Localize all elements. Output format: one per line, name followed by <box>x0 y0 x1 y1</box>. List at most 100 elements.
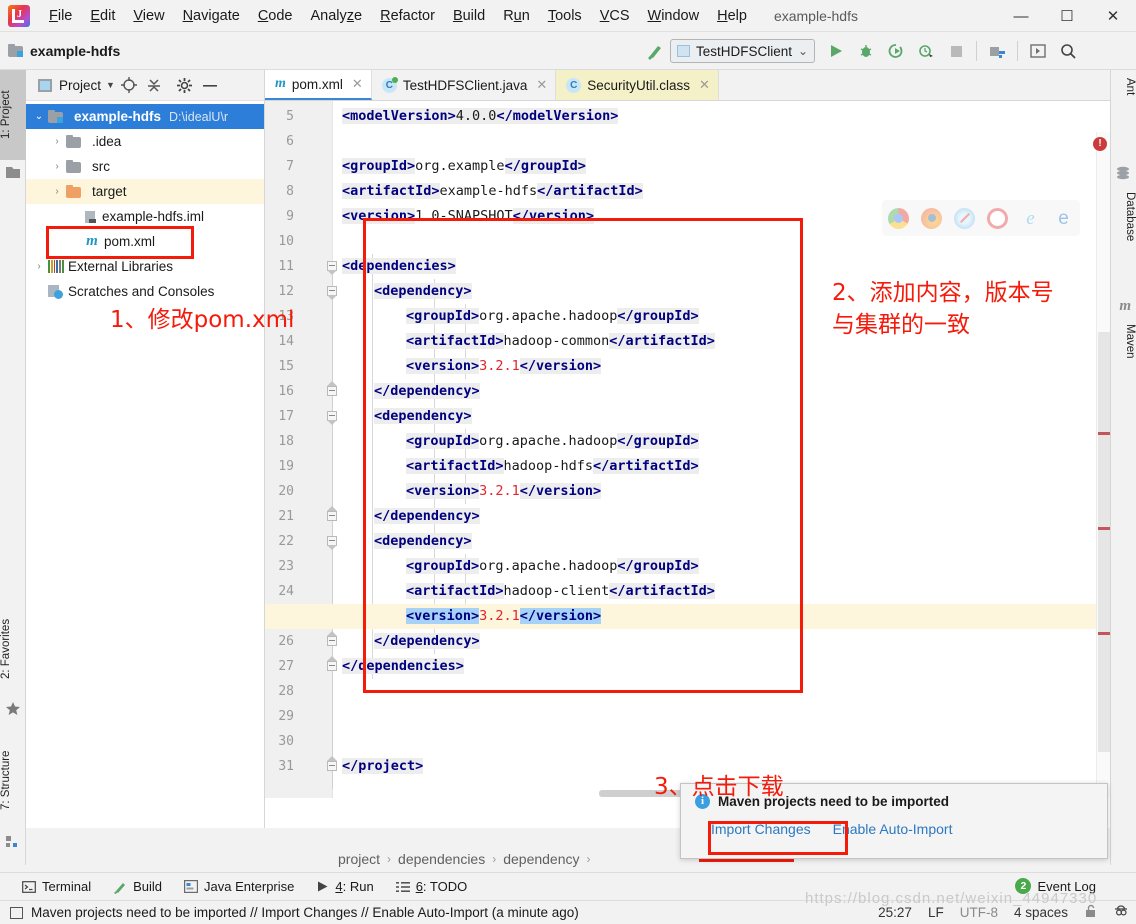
hide-panel-icon[interactable] <box>199 74 221 96</box>
java-class-icon: C <box>381 76 398 93</box>
search-icon[interactable] <box>1055 38 1081 64</box>
menu-item-tools[interactable]: Tools <box>539 5 591 27</box>
expand-arrow-icon[interactable]: › <box>48 136 66 147</box>
menu-item-run[interactable]: Run <box>494 5 539 27</box>
editor-gutter[interactable]: 5678910111213141516171819202122232425262… <box>265 101 337 798</box>
inspector-icon[interactable] <box>1114 904 1128 921</box>
code-token: </dependency> <box>374 383 480 399</box>
code-token: <groupId> <box>342 158 416 174</box>
tree-node-src[interactable]: › src <box>26 154 264 179</box>
internet-explorer-icon[interactable]: e <box>1020 208 1041 229</box>
menu-item-window[interactable]: Window <box>639 5 709 27</box>
stop-button[interactable] <box>943 38 969 64</box>
expand-arrow-icon[interactable]: › <box>48 186 66 197</box>
chrome-icon[interactable] <box>888 207 909 229</box>
tab-pom-xml[interactable]: m pom.xml ✕ <box>265 70 372 100</box>
tree-node--idea[interactable]: › .idea <box>26 129 264 154</box>
tab-securityutil-class[interactable]: C SecurityUtil.class ✕ <box>556 70 719 100</box>
code-token: <dependency> <box>374 533 472 549</box>
run-with-coverage-button[interactable] <box>883 38 909 64</box>
code-token: org.apache.hadoop <box>479 433 618 449</box>
status-message[interactable]: Maven projects need to be imported // Im… <box>31 905 579 920</box>
line-number: 15 <box>278 359 294 374</box>
error-indicator-icon[interactable]: ! <box>1093 137 1107 151</box>
tree-node-example-hdfs[interactable]: ⌄ example-hdfs D:\idealU\r <box>26 104 264 129</box>
caret-position[interactable]: 25:27 <box>878 905 912 920</box>
chevron-down-icon: ⌄ <box>798 44 809 58</box>
code-token: org.apache.hadoop <box>479 558 618 574</box>
bottom-tool-java-enterprise[interactable]: Java Enterprise <box>184 879 294 894</box>
file-encoding[interactable]: UTF-8 <box>960 905 998 920</box>
debug-button[interactable] <box>853 38 879 64</box>
code-token: </version> <box>512 208 594 224</box>
close-icon[interactable]: ✕ <box>352 76 363 92</box>
bottom-tool-6-todo[interactable]: 6: TODO <box>395 879 467 894</box>
menu-item-help[interactable]: Help <box>708 5 756 27</box>
profile-button[interactable] <box>913 38 939 64</box>
code-line: <version>3.2.1</version> <box>406 604 602 629</box>
menu-item-file[interactable]: File <box>40 5 81 27</box>
run-button[interactable] <box>823 38 849 64</box>
menu-item-code[interactable]: Code <box>249 5 302 27</box>
code-line: <version>1.0-SNAPSHOT</version> <box>342 204 594 229</box>
close-icon[interactable]: ✕ <box>699 77 710 93</box>
maximize-button[interactable]: ☐ <box>1044 0 1090 32</box>
window-controls: — ☐ ✕ <box>998 0 1136 32</box>
bottom-tool-build[interactable]: Build <box>113 879 162 894</box>
menu-item-build[interactable]: Build <box>444 5 494 27</box>
scratches-icon <box>48 284 64 299</box>
build-hammer-icon[interactable] <box>642 38 668 64</box>
menu-item-edit[interactable]: Edit <box>81 5 124 27</box>
code-token: </modelVersion> <box>496 108 619 124</box>
menu-item-refactor[interactable]: Refactor <box>371 5 444 27</box>
menu-item-analyze[interactable]: Analyze <box>302 5 372 27</box>
tree-node-target[interactable]: › target <box>26 179 264 204</box>
collapse-all-icon[interactable] <box>143 74 165 96</box>
sidebar-item-ant[interactable]: Ant <box>1110 74 1136 99</box>
expand-arrow-icon[interactable]: › <box>48 161 66 172</box>
tab-testhdfsclient-java[interactable]: C TestHDFSClient.java ✕ <box>372 70 557 100</box>
bottom-tool-terminal[interactable]: Terminal <box>22 879 91 894</box>
window-title: example-hdfs <box>773 7 858 24</box>
browser-preview-strip[interactable]: ee <box>882 200 1080 236</box>
breadcrumb-item-dependency[interactable]: dependency <box>503 851 579 867</box>
expand-arrow-icon[interactable]: ⌄ <box>30 111 48 122</box>
safari-icon[interactable] <box>954 207 975 229</box>
project-breadcrumb[interactable]: example-hdfs <box>8 43 120 59</box>
run-config-label: TestHDFSClient <box>696 43 793 59</box>
close-button[interactable]: ✕ <box>1090 0 1136 32</box>
indent-setting[interactable]: 4 spaces <box>1014 905 1068 920</box>
project-structure-icon[interactable] <box>984 38 1010 64</box>
menu-item-view[interactable]: View <box>124 5 173 27</box>
firefox-icon[interactable] <box>921 207 942 229</box>
locate-target-icon[interactable] <box>118 74 140 96</box>
iml-file-icon <box>84 210 98 224</box>
breadcrumb-item-dependencies[interactable]: dependencies <box>398 851 485 867</box>
sidebar-item-project[interactable]: 1: Project <box>0 70 26 160</box>
minimize-button[interactable]: — <box>998 0 1044 32</box>
enable-auto-import-link[interactable]: Enable Auto-Import <box>833 821 953 837</box>
line-number: 6 <box>286 134 294 149</box>
bottom-tool-4-run[interactable]: 4: Run <box>316 879 374 894</box>
chevron-down-icon[interactable]: ▼ <box>106 80 115 90</box>
run-configuration-selector[interactable]: TestHDFSClient ⌄ <box>670 39 816 63</box>
sidebar-item-favorites[interactable]: 2: Favorites <box>0 600 26 698</box>
opera-icon[interactable] <box>987 207 1008 229</box>
code-token: <dependency> <box>374 283 472 299</box>
marker-scrollbar[interactable] <box>1096 132 1110 798</box>
tree-node-label: External Libraries <box>68 259 174 274</box>
gear-icon[interactable] <box>174 74 196 96</box>
sidebar-item-database[interactable]: Database <box>1110 188 1136 245</box>
expand-arrow-icon[interactable]: › <box>30 261 48 272</box>
breadcrumb-item-project[interactable]: project <box>338 851 380 867</box>
menu-item-navigate[interactable]: Navigate <box>174 5 249 27</box>
menu-item-vcs[interactable]: VCS <box>591 5 639 27</box>
code-token: </dependencies> <box>342 658 464 674</box>
watermark: https://blog.csdn.net/weixin_44947330 <box>805 890 1098 907</box>
close-icon[interactable]: ✕ <box>536 77 547 93</box>
line-separator[interactable]: LF <box>928 905 944 920</box>
annotation-3-label: 3、点击下载 <box>654 774 784 800</box>
sidebar-item-structure[interactable]: 7: Structure <box>0 730 26 830</box>
sdk-manager-icon[interactable] <box>1025 38 1051 64</box>
edge-icon[interactable]: e <box>1053 208 1074 229</box>
